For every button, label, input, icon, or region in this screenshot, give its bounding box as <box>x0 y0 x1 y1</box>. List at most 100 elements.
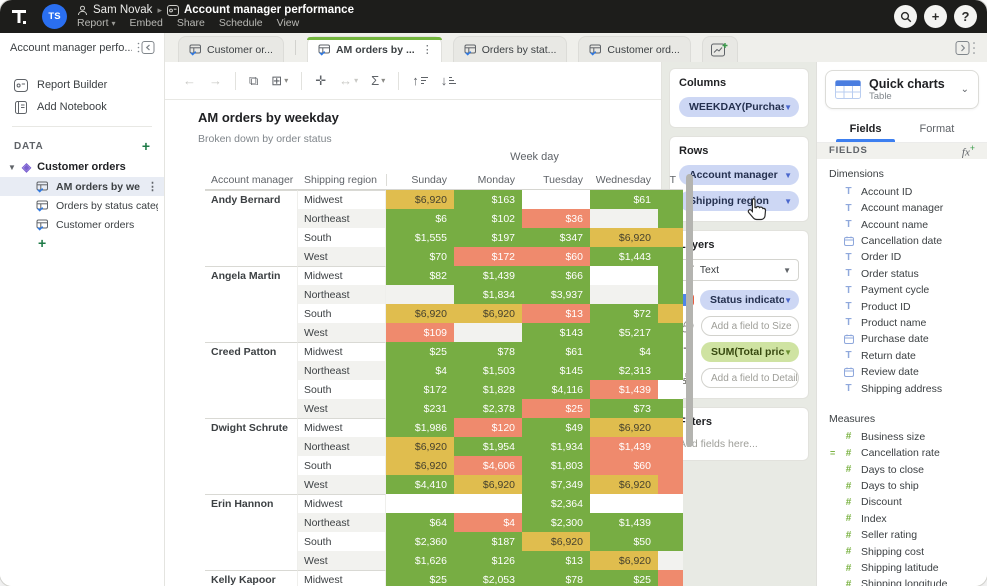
measure-days-to-ship[interactable]: #Days to ship <box>817 478 987 494</box>
tab-customer-ord[interactable]: Customer ord... <box>578 36 690 62</box>
chevron-down-icon[interactable]: ▼ <box>784 103 792 112</box>
value-cell[interactable]: $78 <box>454 342 522 361</box>
value-cell[interactable]: $6,920 <box>386 456 454 475</box>
size-field-dropzone[interactable]: Add a field to Size <box>701 316 799 336</box>
chevron-down-icon[interactable]: ▼ <box>784 197 792 206</box>
value-cell[interactable]: $172 <box>454 247 522 266</box>
value-cell[interactable]: $1,503 <box>454 361 522 380</box>
sum-total-price-pill[interactable]: SUM(Total price) ▼ <box>701 342 799 362</box>
value-cell[interactable]: $120 <box>454 418 522 437</box>
dimension-product-name[interactable]: TProduct name <box>817 315 987 331</box>
value-cell[interactable]: $6,920 <box>386 304 454 323</box>
value-cell[interactable] <box>590 266 658 285</box>
value-cell[interactable] <box>590 285 658 304</box>
value-cell[interactable] <box>658 532 683 551</box>
value-cell[interactable] <box>658 551 683 570</box>
rows-field-pill-shipping-region[interactable]: Shipping region ▼ <box>679 191 799 211</box>
value-cell[interactable]: $36 <box>522 209 590 228</box>
value-cell[interactable]: $13 <box>522 304 590 323</box>
report-builder-button[interactable]: Report Builder <box>0 74 164 96</box>
new-sheet-button[interactable] <box>702 36 738 62</box>
column-header-t[interactable]: T <box>658 174 683 186</box>
value-cell[interactable]: $82 <box>386 266 454 285</box>
value-cell[interactable]: $126 <box>454 551 522 570</box>
value-cell[interactable]: $1,555 <box>386 228 454 247</box>
tab-format[interactable]: Format <box>919 123 954 142</box>
detail-field-dropzone[interactable]: Add a field to Detail <box>701 368 799 388</box>
value-cell[interactable] <box>386 494 454 513</box>
value-cell[interactable]: $163 <box>454 190 522 209</box>
value-cell[interactable]: $49 <box>522 418 590 437</box>
value-cell[interactable] <box>658 323 683 342</box>
measure-index[interactable]: #Index <box>817 511 987 527</box>
value-cell[interactable] <box>658 437 683 456</box>
add-sheet-button[interactable]: + <box>0 234 164 252</box>
value-cell[interactable]: $25 <box>590 570 658 586</box>
value-cell[interactable] <box>454 494 522 513</box>
value-cell[interactable]: $25 <box>522 399 590 418</box>
measure-seller-rating[interactable]: #Seller rating <box>817 527 987 543</box>
measure-days-to-close[interactable]: #Days to close <box>817 462 987 478</box>
tab-customer-or[interactable]: Customer or... <box>178 36 284 62</box>
value-cell[interactable]: $72 <box>590 304 658 323</box>
value-cell[interactable] <box>658 266 683 285</box>
value-cell[interactable]: $1,439 <box>590 437 658 456</box>
value-cell[interactable] <box>658 361 683 380</box>
value-cell[interactable] <box>658 228 683 247</box>
value-cell[interactable]: $1,439 <box>590 380 658 399</box>
topbar-menu-schedule[interactable]: Schedule <box>219 17 263 29</box>
avatar[interactable]: TS <box>42 4 67 29</box>
value-cell[interactable]: $50 <box>590 532 658 551</box>
value-cell[interactable]: $13 <box>522 551 590 570</box>
layer-type-select[interactable]: T Text ▼ <box>679 259 799 281</box>
expand-panel-icon[interactable] <box>955 40 977 56</box>
app-logo-icon[interactable] <box>0 0 38 33</box>
value-cell[interactable]: $2,378 <box>454 399 522 418</box>
value-cell[interactable]: $1,803 <box>522 456 590 475</box>
redo-icon[interactable]: → <box>209 73 222 88</box>
remove-table-icon[interactable]: ⊞▾ <box>271 73 288 89</box>
value-cell[interactable]: $3,937 <box>522 285 590 304</box>
value-cell[interactable]: $6,920 <box>386 190 454 209</box>
value-cell[interactable]: $1,934 <box>522 437 590 456</box>
tab-fields[interactable]: Fields <box>850 123 882 142</box>
value-cell[interactable]: $1,439 <box>590 513 658 532</box>
undo-icon[interactable]: ← <box>183 73 196 88</box>
value-cell[interactable]: $143 <box>522 323 590 342</box>
value-cell[interactable]: $73 <box>590 399 658 418</box>
value-cell[interactable]: $4,410 <box>386 475 454 494</box>
dimension-order-id[interactable]: TOrder ID <box>817 249 987 265</box>
value-cell[interactable] <box>590 494 658 513</box>
column-header-sunday[interactable]: Sunday <box>386 174 454 186</box>
topbar-menu-view[interactable]: View <box>277 17 300 29</box>
status-indicator-pill[interactable]: Status indicator ▼ <box>700 290 799 310</box>
value-cell[interactable]: $145 <box>522 361 590 380</box>
table-scrollbar[interactable] <box>686 174 693 447</box>
value-cell[interactable] <box>658 209 683 228</box>
topbar-menu-embed[interactable]: Embed <box>130 17 163 29</box>
value-cell[interactable] <box>658 456 683 475</box>
value-cell[interactable]: $2,300 <box>522 513 590 532</box>
dimension-account-name[interactable]: TAccount name <box>817 216 987 232</box>
measure-cancellation-rate[interactable]: =#Cancellation rate <box>817 445 987 461</box>
value-cell[interactable] <box>658 190 683 209</box>
value-cell[interactable]: $64 <box>386 513 454 532</box>
add-data-button[interactable]: + <box>142 139 150 153</box>
value-cell[interactable]: $61 <box>522 342 590 361</box>
column-header-account-manager[interactable]: Account manager <box>205 174 298 186</box>
topbar-menu-report[interactable]: Report▾ <box>77 17 116 29</box>
sidebar-item-customer-orders[interactable]: Customer orders <box>0 215 164 234</box>
topbar-menu-share[interactable]: Share <box>177 17 205 29</box>
value-cell[interactable]: $1,986 <box>386 418 454 437</box>
sort-ascending-icon[interactable]: ↑ <box>412 73 428 88</box>
collapse-sidebar-icon[interactable] <box>136 40 156 55</box>
value-cell[interactable]: $6,920 <box>454 475 522 494</box>
value-cell[interactable]: $6,920 <box>590 228 658 247</box>
search-button[interactable] <box>894 5 917 28</box>
filters-dropzone[interactable]: Add fields here... <box>679 438 799 450</box>
value-cell[interactable]: $6,920 <box>590 418 658 437</box>
value-cell[interactable] <box>658 475 683 494</box>
value-cell[interactable]: $197 <box>454 228 522 247</box>
chevron-down-icon[interactable]: ▼ <box>8 163 16 172</box>
value-cell[interactable]: $25 <box>386 342 454 361</box>
